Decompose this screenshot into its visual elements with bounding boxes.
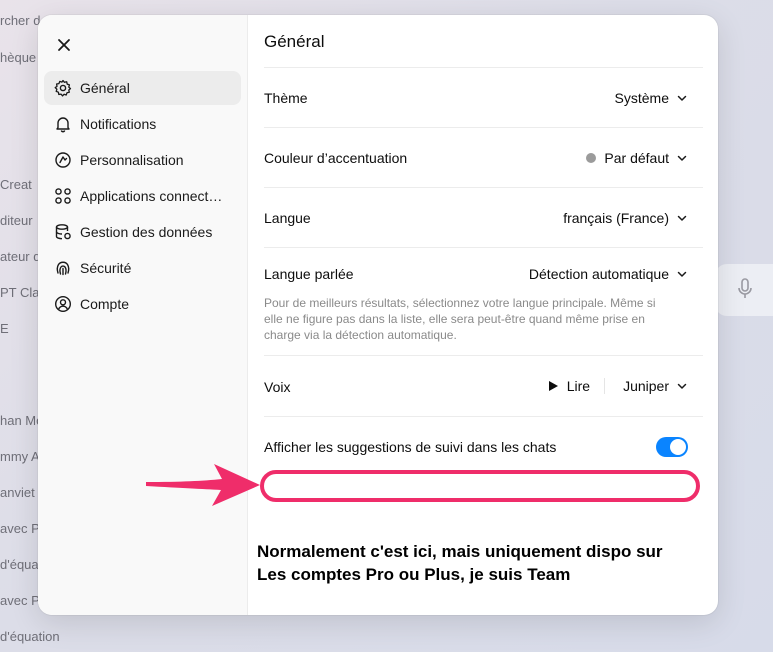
chevron-down-icon	[677, 215, 687, 221]
voice-value: Juniper	[623, 378, 669, 394]
settings-sidebar: Général Notifications Personnalisation A…	[38, 15, 248, 615]
chevron-down-icon	[677, 383, 687, 389]
divider	[264, 247, 703, 248]
bg-sidebar-text: avec P	[0, 593, 40, 608]
sidebar-item-data-controls[interactable]: Gestion des données	[44, 215, 241, 249]
database-icon	[55, 224, 71, 240]
sidebar-item-label: Compte	[80, 296, 130, 312]
bg-sidebar-text: han Mo	[0, 413, 44, 428]
bg-sidebar-text: rcher d	[0, 13, 41, 28]
bg-sidebar-text: PT Cla	[0, 285, 40, 300]
divider	[264, 355, 703, 356]
bg-sidebar-text: avec P	[0, 521, 40, 536]
annotation-text: Normalement c'est ici, mais uniquement d…	[257, 540, 727, 586]
annotation-highlight-box	[260, 470, 700, 502]
annotation-arrow-icon	[146, 464, 260, 506]
accent-color-dot	[586, 153, 597, 163]
theme-value: Système	[614, 90, 669, 106]
close-icon[interactable]	[52, 33, 76, 57]
settings-panel: Général Thème Système Couleur d’accentua…	[264, 15, 704, 615]
sidebar-item-notifications[interactable]: Notifications	[44, 107, 241, 141]
sidebar-item-security[interactable]: Sécurité	[44, 251, 241, 285]
suggestions-label: Afficher les suggestions de suivi dans l…	[264, 439, 557, 455]
bg-sidebar-text: anviet	[0, 485, 35, 500]
spoken-language-label: Langue parlée	[264, 266, 354, 282]
bg-sidebar-text: Creat	[0, 177, 32, 192]
chevron-down-icon	[677, 95, 687, 101]
bell-icon	[56, 117, 70, 133]
sidebar-item-general[interactable]: Général	[44, 71, 241, 105]
bg-sidebar-text: d'équation	[0, 629, 60, 644]
accent-label: Couleur d’accentuation	[264, 150, 408, 166]
voice-label: Voix	[264, 379, 291, 395]
theme-label: Thème	[264, 90, 308, 106]
voice-select[interactable]: Juniper	[605, 378, 688, 394]
chevron-down-icon	[677, 271, 687, 277]
divider	[264, 67, 703, 68]
spoken-language-value: Détection automatique	[528, 266, 669, 282]
panel-title: Général	[264, 32, 325, 51]
sidebar-item-label: Applications connect…	[80, 188, 223, 204]
play-voice-label: Lire	[566, 378, 591, 394]
bg-sidebar-text: d'équa	[0, 557, 39, 572]
annotation-line-1: Normalement c'est ici, mais uniquement d…	[257, 542, 663, 561]
divider	[264, 187, 703, 188]
sidebar-item-label: Notifications	[80, 116, 157, 132]
divider	[264, 416, 703, 417]
divider	[264, 127, 703, 128]
toggle-knob	[670, 439, 686, 455]
microphone-icon	[738, 278, 752, 298]
accent-value: Par défaut	[604, 150, 669, 166]
settings-nav: Général Notifications Personnalisation A…	[44, 71, 241, 323]
sidebar-item-label: Personnalisation	[80, 152, 184, 168]
suggestions-toggle[interactable]	[656, 437, 688, 457]
bg-sidebar-text: mmy A	[0, 449, 40, 464]
accent-select[interactable]: Par défaut	[586, 150, 688, 166]
voice-controls: Lire Juniper	[547, 378, 688, 394]
language-label: Langue	[264, 210, 311, 226]
annotation-line-2: Les comptes Pro ou Plus, je suis Team	[257, 565, 571, 584]
sidebar-item-label: Sécurité	[80, 260, 132, 276]
bg-sidebar-text: E	[0, 321, 9, 336]
chevron-down-icon	[677, 155, 687, 161]
bg-sidebar-text: ateur d	[0, 249, 41, 264]
play-voice-button[interactable]: Lire	[547, 378, 606, 394]
bg-sidebar-text: hèque	[0, 50, 37, 65]
sidebar-item-connected-apps[interactable]: Applications connect…	[44, 179, 241, 213]
play-icon	[548, 381, 558, 391]
sidebar-item-label: Gestion des données	[80, 224, 213, 240]
bg-sidebar-text: diteur	[0, 213, 33, 228]
fingerprint-icon	[56, 261, 70, 276]
language-select[interactable]: français (France)	[563, 210, 688, 226]
gear-icon	[54, 79, 72, 97]
theme-select[interactable]: Système	[615, 90, 688, 106]
personalization-icon	[55, 152, 71, 168]
language-value: français (France)	[563, 210, 669, 226]
spoken-language-help: Pour de meilleurs résultats, sélectionne…	[264, 296, 656, 342]
sidebar-item-personalization[interactable]: Personnalisation	[44, 143, 241, 177]
spoken-language-select[interactable]: Détection automatique	[529, 266, 688, 282]
apps-icon	[55, 188, 71, 204]
user-circle-icon	[54, 295, 72, 313]
settings-dialog: Général Notifications Personnalisation A…	[38, 15, 718, 615]
sidebar-item-label: Général	[80, 80, 130, 96]
sidebar-item-account[interactable]: Compte	[44, 287, 241, 321]
